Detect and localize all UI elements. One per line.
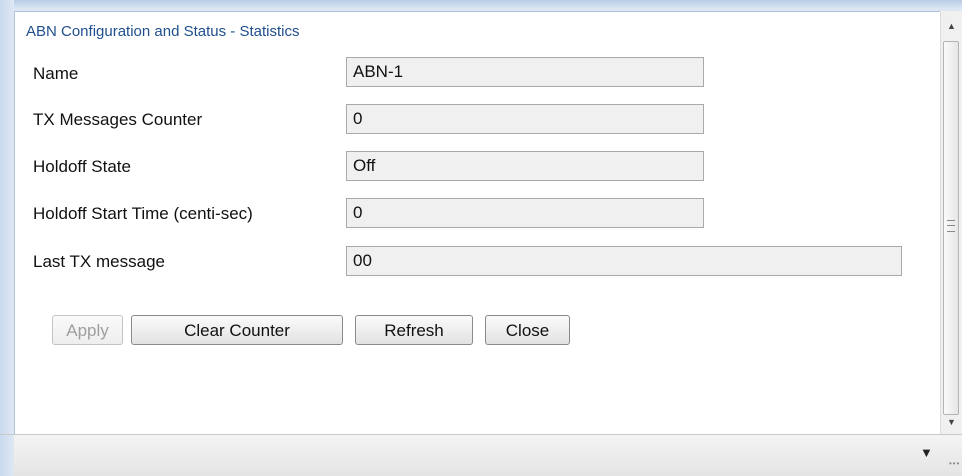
- chevron-down-icon[interactable]: ▼: [920, 445, 933, 460]
- close-button[interactable]: Close: [485, 315, 570, 345]
- holdoff-state-field[interactable]: Off: [346, 151, 704, 181]
- scroll-up-icon[interactable]: ▲: [941, 17, 962, 35]
- scroll-down-icon[interactable]: ▼: [941, 413, 962, 431]
- holdoff-start-time-field[interactable]: 0: [346, 198, 704, 228]
- window-top-edge: [0, 0, 962, 8]
- holdoff-start-time-label: Holdoff Start Time (centi-sec): [33, 204, 253, 223]
- name-label: Name: [33, 64, 79, 83]
- scrollbar-thumb[interactable]: [943, 41, 959, 415]
- window-left-edge: [0, 0, 14, 434]
- name-field[interactable]: ABN-1: [346, 57, 704, 87]
- vertical-scrollbar[interactable]: ▲ ▼: [940, 11, 962, 434]
- panel-title: ABN Configuration and Status - Statistic…: [26, 23, 300, 40]
- bottom-left-edge: [0, 435, 14, 476]
- clear-counter-button[interactable]: Clear Counter: [131, 315, 343, 345]
- tx-messages-counter-field[interactable]: 0: [346, 104, 704, 134]
- resize-grip-icon[interactable]: •••: [949, 460, 961, 472]
- statistics-panel: ABN Configuration and Status - Statistic…: [14, 11, 940, 434]
- bottom-status-bar: ▼ •••: [0, 434, 962, 476]
- apply-button[interactable]: Apply: [52, 315, 123, 345]
- holdoff-state-label: Holdoff State: [33, 157, 131, 176]
- last-tx-message-field[interactable]: 00: [346, 246, 902, 276]
- last-tx-message-label: Last TX message: [33, 252, 165, 271]
- grip-icon: [947, 220, 955, 232]
- refresh-button[interactable]: Refresh: [355, 315, 473, 345]
- tx-messages-counter-label: TX Messages Counter: [33, 110, 203, 129]
